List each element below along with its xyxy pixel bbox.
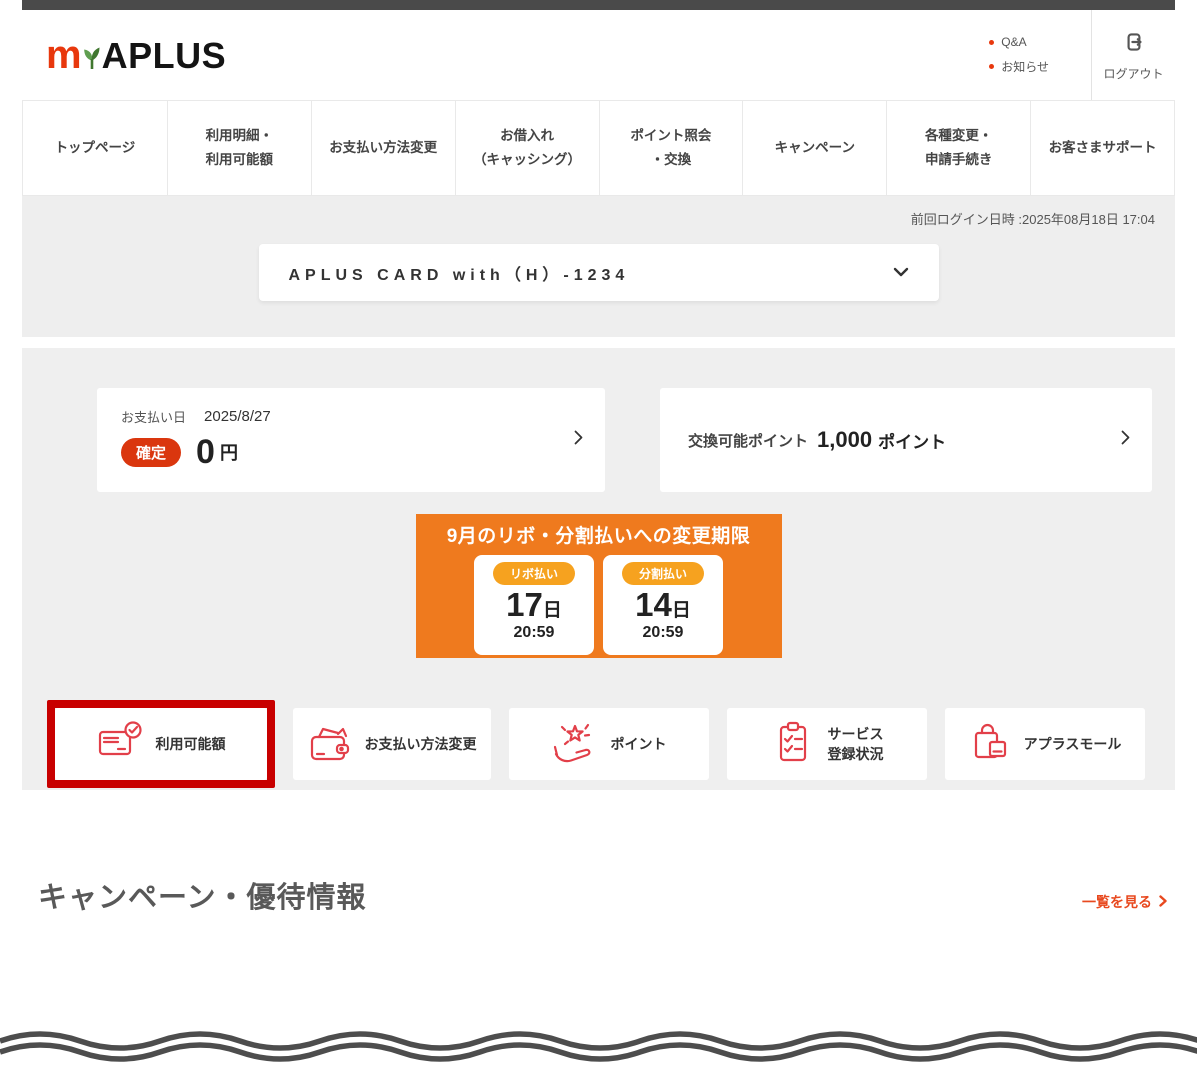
summary-row: お支払い日 2025/8/27 確定 0 円 交換可能ポイント 1,000 ポイ… (97, 388, 1152, 492)
nav-support[interactable]: お客さまサポート (1030, 101, 1174, 195)
campaign-section-header: キャンペーン・優待情報 一覧を見る (38, 874, 1167, 916)
payment-method-button[interactable]: お支払い方法変更 (293, 708, 491, 780)
header: m APLUS Q&A お知らせ (22, 10, 1175, 100)
installment-day: 14日 (603, 586, 723, 624)
aplus-mall-button[interactable]: アプラスモール (945, 708, 1145, 780)
bullet-icon (989, 40, 994, 45)
deadline-banner-title: 9月のリボ・分割払いへの変更期限 (416, 521, 782, 548)
header-links: Q&A お知らせ (989, 10, 1091, 100)
nav-statement[interactable]: 利用明細・ 利用可能額 (167, 101, 311, 195)
payment-amount: 0 (196, 435, 215, 469)
nav-procedures[interactable]: 各種変更・ 申請手続き (886, 101, 1030, 195)
top-strip (22, 0, 1175, 10)
quick-link-label: サービス 登録状況 (828, 724, 884, 765)
logout-button[interactable]: ログアウト (1091, 10, 1175, 100)
card-selector-value: APLUS CARD with（H）-1234 (289, 261, 630, 285)
qa-link[interactable]: Q&A (989, 35, 1049, 49)
wallet-icon (308, 721, 352, 768)
nav-points[interactable]: ポイント照会 ・交換 (599, 101, 743, 195)
chevron-right-icon (574, 430, 583, 450)
quick-link-label: ポイント (611, 734, 667, 754)
payment-amount-row: 確定 0 円 (121, 435, 581, 469)
logo-m-letter: m (46, 33, 80, 78)
deadline-cards: リボ払い 17日 20:59 分割払い 14日 20:59 (416, 555, 782, 655)
revolving-tag: リボ払い (493, 562, 575, 585)
main-nav: トップページ 利用明細・ 利用可能額 お支払い方法変更 お借入れ （キャッシング… (22, 100, 1175, 196)
installment-tag: 分割払い (622, 562, 704, 585)
bullet-icon (989, 64, 994, 69)
torn-edge-wave (0, 1027, 1197, 1075)
news-link-label: お知らせ (1001, 58, 1049, 75)
points-summary-card[interactable]: 交換可能ポイント 1,000 ポイント (660, 388, 1152, 492)
points-unit: ポイント (878, 428, 946, 453)
revolving-day: 17日 (474, 586, 594, 624)
clipboard-icon (771, 720, 815, 769)
myaplus-logo[interactable]: m APLUS (46, 33, 226, 78)
card-check-icon (97, 721, 143, 768)
payment-date-label: お支払い日 (121, 407, 186, 426)
points-value: 1,000 (817, 427, 872, 453)
payment-date-value: 2025/8/27 (204, 408, 271, 425)
nav-cashing[interactable]: お借入れ （キャッシング） (455, 101, 599, 195)
nav-top-page[interactable]: トップページ (23, 101, 167, 195)
quick-link-label: お支払い方法変更 (365, 734, 477, 754)
points-label: 交換可能ポイント (688, 430, 808, 451)
revolving-time: 20:59 (474, 624, 594, 642)
revolving-deadline-card: リボ払い 17日 20:59 (474, 555, 594, 655)
leaf-icon (82, 46, 101, 75)
logout-icon (1121, 29, 1147, 58)
campaign-list-link[interactable]: 一覧を見る (1082, 892, 1167, 916)
last-login-datetime: 前回ログイン日時 :2025年08月18日 17:04 (22, 209, 1175, 228)
payment-date-row: お支払い日 2025/8/27 (121, 407, 581, 426)
card-selector-dropdown[interactable]: APLUS CARD with（H）-1234 (259, 244, 939, 301)
installment-time: 20:59 (603, 624, 723, 642)
shopping-bag-icon (969, 720, 1011, 769)
logo-aplus-text: APLUS (102, 35, 227, 77)
chevron-down-icon (893, 264, 909, 282)
header-right: Q&A お知らせ ログアウト (989, 10, 1175, 100)
service-status-button[interactable]: サービス 登録状況 (727, 708, 927, 780)
nav-payment-method[interactable]: お支払い方法変更 (311, 101, 455, 195)
quick-links-row: 利用可能額 お支払い方法変更 (47, 700, 1175, 788)
qa-link-label: Q&A (1001, 35, 1026, 49)
nav-campaign[interactable]: キャンペーン (742, 101, 886, 195)
news-link[interactable]: お知らせ (989, 58, 1049, 75)
status-badge: 確定 (121, 438, 181, 467)
hand-star-icon (552, 720, 598, 769)
installment-deadline-card: 分割払い 14日 20:59 (603, 555, 723, 655)
dashboard-section: お支払い日 2025/8/27 確定 0 円 交換可能ポイント 1,000 ポイ… (22, 348, 1175, 790)
payment-amount-unit: 円 (220, 439, 238, 465)
campaign-link-label: 一覧を見る (1082, 892, 1152, 912)
chevron-right-icon (1159, 894, 1167, 910)
campaign-title: キャンペーン・優待情報 (38, 874, 367, 916)
payment-summary-card[interactable]: お支払い日 2025/8/27 確定 0 円 (97, 388, 605, 492)
points-button[interactable]: ポイント (509, 708, 709, 780)
page-frame: m APLUS Q&A お知らせ (22, 0, 1175, 916)
deadline-banner[interactable]: 9月のリボ・分割払いへの変更期限 リボ払い 17日 20:59 分割払い 14日… (416, 514, 782, 658)
chevron-right-icon (1121, 430, 1130, 450)
available-credit-button[interactable]: 利用可能額 (55, 708, 267, 780)
quick-link-label: アプラスモール (1024, 734, 1122, 754)
account-band: 前回ログイン日時 :2025年08月18日 17:04 APLUS CARD w… (22, 196, 1175, 337)
section-divider (22, 337, 1175, 348)
logout-label: ログアウト (1103, 65, 1163, 82)
quick-link-label: 利用可能額 (156, 734, 226, 754)
highlight-box: 利用可能額 (47, 700, 275, 788)
